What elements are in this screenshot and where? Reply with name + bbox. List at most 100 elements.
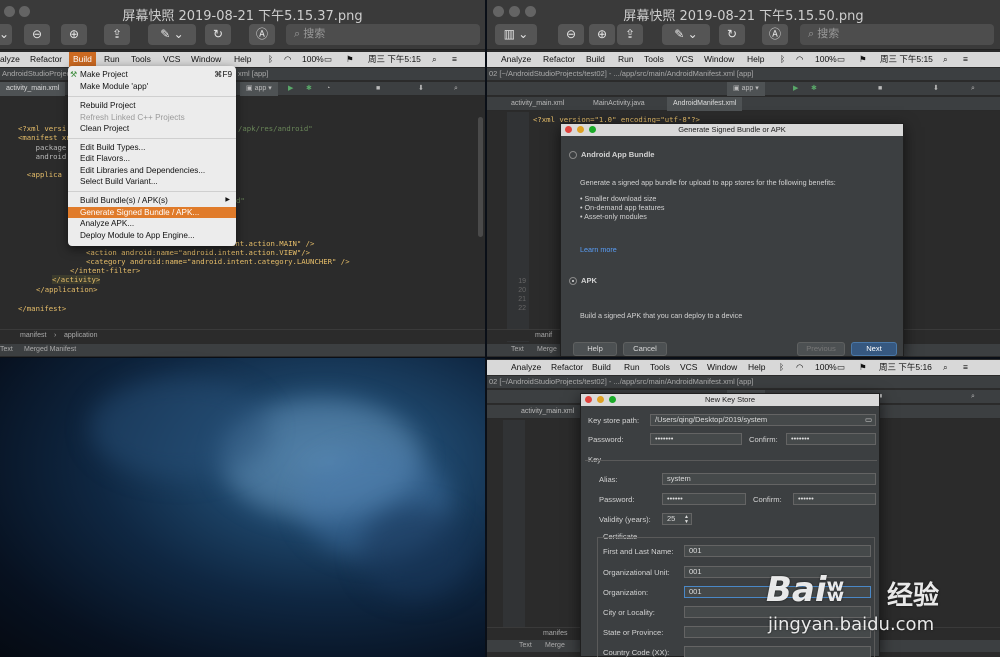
android-app-bundle-label[interactable]: Android App Bundle: [581, 150, 655, 159]
password-input[interactable]: •••••••: [650, 433, 742, 445]
menu-refactor[interactable]: Refactor: [30, 52, 62, 67]
menu-vcs[interactable]: VCS: [163, 52, 180, 67]
search-icon[interactable]: ⌕: [943, 360, 948, 375]
search-everywhere-icon[interactable]: ⌕: [965, 390, 981, 404]
share-icon[interactable]: ⇪: [617, 24, 643, 45]
stop-icon[interactable]: ■: [370, 82, 386, 96]
tab-activity-main[interactable]: activity_main.xml: [0, 82, 66, 96]
stop-icon[interactable]: ■: [872, 82, 888, 96]
menu-analyze[interactable]: Analyze: [511, 360, 541, 375]
menu-window[interactable]: Window: [707, 360, 737, 375]
sidebar-toggle-button[interactable]: ▥ ⌄: [495, 24, 537, 45]
breadcrumb-application[interactable]: application: [64, 330, 97, 342]
zoom-in-icon[interactable]: ⊕: [589, 24, 615, 45]
alias-input[interactable]: system: [662, 473, 876, 485]
menu-help[interactable]: Help: [234, 52, 251, 67]
menu-item-deploy-app-engine[interactable]: Deploy Module to App Engine...: [68, 230, 236, 241]
zoom-out-icon[interactable]: ⊖: [24, 24, 50, 45]
menu-icon[interactable]: ≡: [452, 52, 457, 67]
run-icon[interactable]: ▶: [282, 82, 299, 96]
menu-run[interactable]: Run: [624, 360, 640, 375]
tab-text[interactable]: Text: [519, 640, 532, 652]
search-input[interactable]: ⌕ 搜索: [286, 24, 480, 45]
tab-merged-manifest[interactable]: Merge: [545, 640, 565, 652]
tab-main-activity[interactable]: MainActivity.java: [587, 97, 651, 111]
menu-tools[interactable]: Tools: [644, 52, 664, 67]
menu-item-analyze-apk[interactable]: Analyze APK...: [68, 218, 236, 229]
tab-text[interactable]: Text: [511, 344, 524, 356]
next-button[interactable]: Next: [851, 342, 897, 356]
menu-vcs[interactable]: VCS: [676, 52, 693, 67]
menu-help[interactable]: Help: [747, 52, 764, 67]
editor-scrollbar[interactable]: [478, 117, 483, 237]
menu-window[interactable]: Window: [704, 52, 734, 67]
tab-merged-manifest[interactable]: Merge: [537, 344, 557, 356]
run-config-select[interactable]: ▣ app ▾: [727, 82, 765, 96]
search-everywhere-icon[interactable]: ⌕: [448, 82, 464, 96]
run-icon[interactable]: ▶: [787, 82, 804, 96]
run-config-select[interactable]: ▣ app ▾: [240, 82, 278, 96]
annotate-icon[interactable]: Ⓐ: [249, 24, 275, 45]
dialog-close-button[interactable]: [585, 396, 592, 403]
menu-item-clean-project[interactable]: Clean Project: [68, 123, 236, 134]
first-last-name-input[interactable]: 001: [684, 545, 871, 557]
menu-tools[interactable]: Tools: [650, 360, 670, 375]
debug-icon[interactable]: ✱: [805, 82, 823, 96]
search-icon[interactable]: ⌕: [432, 52, 437, 67]
menu-refactor[interactable]: Refactor: [551, 360, 583, 375]
dialog-close-button[interactable]: [565, 126, 572, 133]
menu-vcs[interactable]: VCS: [680, 360, 697, 375]
sidebar-toggle-button[interactable]: ⌄: [0, 24, 12, 45]
menu-run[interactable]: Run: [618, 52, 634, 67]
zoom-out-icon[interactable]: ⊖: [558, 24, 584, 45]
key-password-input[interactable]: ••••••: [662, 493, 746, 505]
dialog-zoom-button[interactable]: [609, 396, 616, 403]
debug-icon[interactable]: ✱: [300, 82, 318, 96]
menu-icon[interactable]: ≡: [963, 52, 968, 67]
markup-pen-icon[interactable]: ✎ ⌄: [662, 24, 710, 45]
menu-item-make-project[interactable]: ⚒ Make Project ⌘F9: [68, 69, 236, 80]
search-everywhere-icon[interactable]: ⌕: [965, 82, 981, 96]
menu-item-edit-flavors[interactable]: Edit Flavors...: [68, 153, 236, 164]
sdk-manager-icon[interactable]: ⬇: [927, 82, 945, 96]
menu-item-build-bundles[interactable]: Build Bundle(s) / APK(s) ▶: [68, 195, 236, 206]
search-icon[interactable]: ⌕: [943, 52, 948, 67]
dialog-minimize-button[interactable]: [597, 396, 604, 403]
menu-item-make-module[interactable]: Make Module 'app': [68, 81, 236, 92]
menu-item-edit-build-types[interactable]: Edit Build Types...: [68, 142, 236, 153]
android-app-bundle-radio[interactable]: [569, 151, 577, 159]
rotate-icon[interactable]: ↻: [719, 24, 745, 45]
menu-item-edit-libraries[interactable]: Edit Libraries and Dependencies...: [68, 165, 236, 176]
rotate-icon[interactable]: ↻: [205, 24, 231, 45]
share-icon[interactable]: ⇪: [104, 24, 130, 45]
cancel-button[interactable]: Cancel: [623, 342, 667, 356]
stepper-arrows-icon[interactable]: ▲ ▼: [684, 515, 689, 525]
search-input[interactable]: ⌕ 搜索: [800, 24, 994, 45]
annotate-icon[interactable]: Ⓐ: [762, 24, 788, 45]
tab-activity-main[interactable]: activity_main.xml: [515, 405, 580, 419]
tab-activity-main[interactable]: activity_main.xml: [505, 97, 570, 111]
dialog-zoom-button[interactable]: [589, 126, 596, 133]
menu-analyze[interactable]: Analyze: [501, 52, 531, 67]
menu-refactor[interactable]: Refactor: [543, 52, 575, 67]
profile-icon[interactable]: ◔: [320, 82, 336, 96]
tab-android-manifest[interactable]: AndroidManifest.xml: [667, 97, 743, 111]
validity-stepper[interactable]: 25 ▲ ▼: [662, 513, 692, 525]
apk-label[interactable]: APK: [581, 276, 597, 285]
menu-build[interactable]: Build: [586, 52, 605, 67]
menu-help[interactable]: Help: [748, 360, 765, 375]
help-button[interactable]: Help: [573, 342, 617, 356]
markup-pen-icon[interactable]: ✎ ⌄: [148, 24, 196, 45]
zoom-in-icon[interactable]: ⊕: [61, 24, 87, 45]
menu-window[interactable]: Window: [191, 52, 221, 67]
dialog-minimize-button[interactable]: [577, 126, 584, 133]
folder-icon[interactable]: ▭: [865, 415, 872, 424]
country-code-input[interactable]: [684, 646, 871, 657]
menu-build[interactable]: Build: [592, 360, 611, 375]
breadcrumb-manifest[interactable]: manifest: [20, 330, 46, 342]
menu-analyze[interactable]: alyze: [0, 52, 20, 67]
learn-more-link[interactable]: Learn more: [580, 245, 617, 254]
tab-merged-manifest[interactable]: Merged Manifest: [24, 344, 76, 356]
menu-build[interactable]: Build: [69, 52, 96, 67]
tab-text[interactable]: Text: [0, 344, 13, 356]
